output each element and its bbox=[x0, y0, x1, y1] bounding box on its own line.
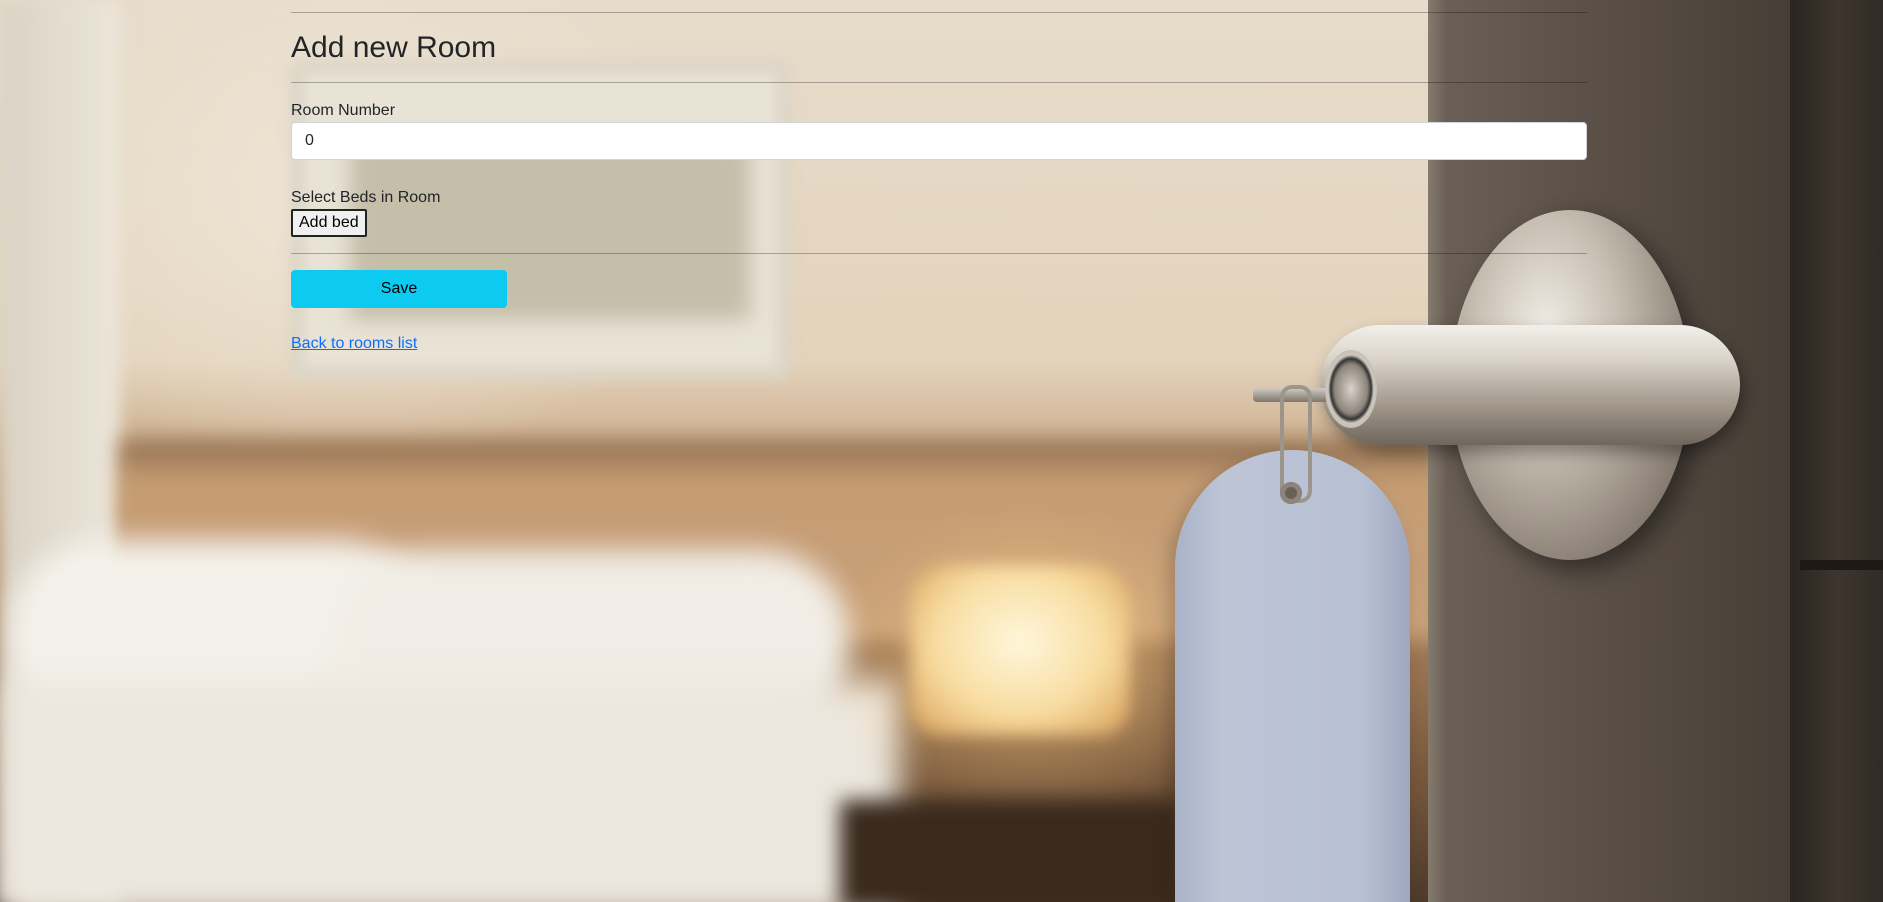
room-number-input[interactable] bbox=[291, 121, 1587, 160]
beds-label: Select Beds in Room bbox=[291, 188, 441, 206]
add-room-form-container: Add new Room Room Number Select Beds in … bbox=[291, 0, 1587, 353]
back-to-rooms-link[interactable]: Back to rooms list bbox=[291, 335, 417, 353]
add-bed-button[interactable]: Add bed bbox=[291, 208, 367, 237]
room-number-label: Room Number bbox=[291, 101, 396, 119]
top-divider bbox=[291, 12, 1587, 13]
form-divider bbox=[291, 252, 1587, 254]
save-button[interactable]: Save bbox=[291, 269, 507, 308]
page-title: Add new Room bbox=[291, 31, 497, 64]
title-divider bbox=[291, 81, 1587, 83]
